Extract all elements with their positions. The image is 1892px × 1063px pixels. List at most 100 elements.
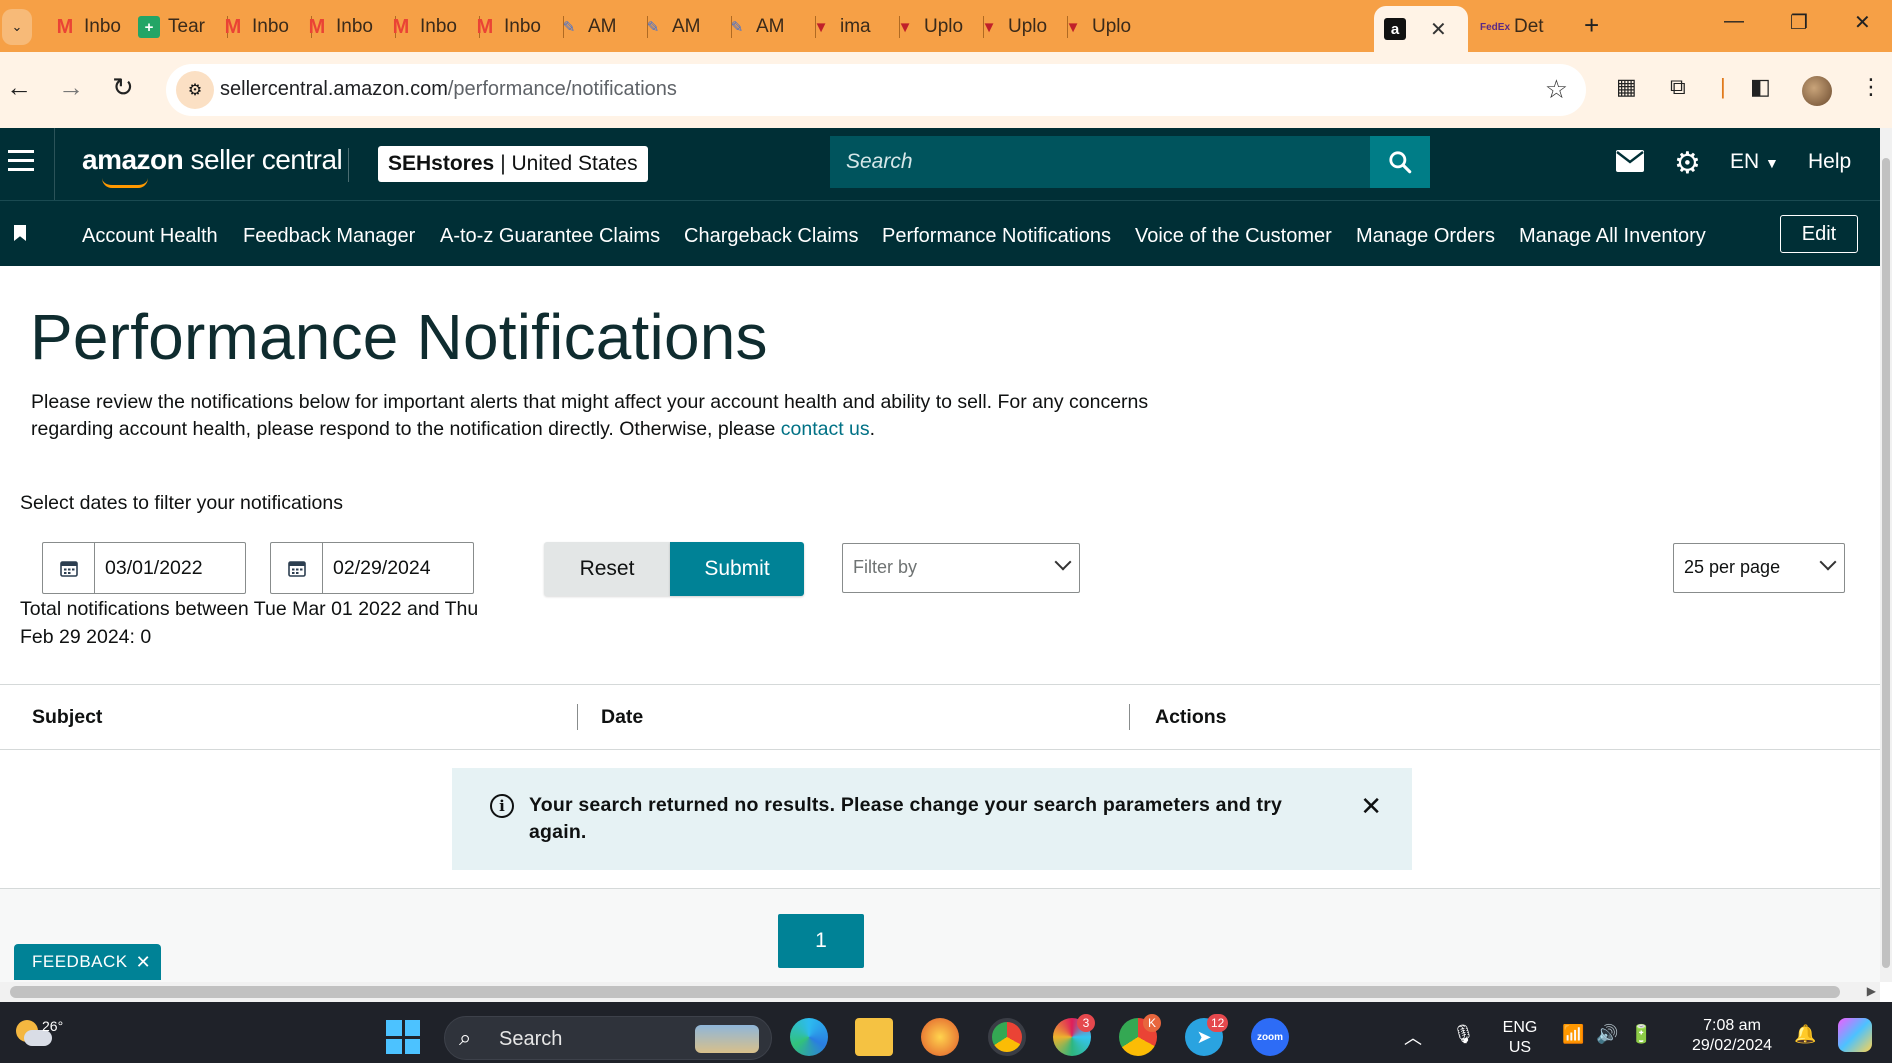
browser-toolbar: ← → ↻ ⚙ sellercentral.amazon.com/perform… [0,52,1892,128]
temperature: 26° [42,1018,64,1034]
start-date-field[interactable]: 03/01/2022 [42,542,246,594]
zoom-icon[interactable]: zoom [1251,1018,1289,1056]
gmail-icon: M [392,15,410,38]
tab-label: ima [840,16,871,37]
scroll-right-icon[interactable]: ▶ [1867,984,1876,998]
tab-label: Inbo [420,16,457,37]
help-link[interactable]: Help [1808,150,1851,174]
header-search-input[interactable]: Search [830,136,1372,188]
gmail-icon: M [56,15,74,38]
side-panel-icon[interactable]: ◧ [1750,74,1771,100]
back-icon[interactable]: ← [6,72,32,103]
lang-top: ENG [1502,1019,1538,1036]
url-domain: sellercentral.amazon.com [220,78,448,100]
clock-time: 7:08 am [1703,1017,1761,1034]
pagination-page-1[interactable]: 1 [778,914,864,968]
browser-tab[interactable]: FedEx Det [1474,8,1574,46]
horizontal-scrollbar[interactable]: ▶ [0,982,1880,1002]
address-bar[interactable]: ⚙ sellercentral.amazon.com/performance/n… [166,64,1586,116]
weather-widget[interactable]: 26° [12,1014,63,1050]
filter-by-dropdown[interactable]: Filter by [842,543,1080,593]
tab-label: Det [1514,16,1544,37]
reset-button[interactable]: Reset [544,542,670,596]
close-icon[interactable]: ✕ [1360,793,1382,819]
pagination-area [0,889,1880,982]
intro-text: Please review the notifications below fo… [31,389,1211,443]
vertical-scrollbar[interactable] [1880,128,1892,982]
minimize-icon[interactable]: — [1724,10,1744,33]
nav-chargeback-claims[interactable]: Chargeback Claims [684,225,859,248]
file-explorer-icon[interactable] [855,1018,893,1056]
battery-icon[interactable]: 🔋 [1630,1024,1652,1045]
date-filter-label: Select dates to filter your notification… [20,492,343,514]
nav-performance-notifications[interactable]: Performance Notifications [882,225,1111,248]
search-placeholder: Search [846,150,913,173]
nav-a-to-z-claims[interactable]: A-to-z Guarantee Claims [440,225,660,248]
browser-menu-icon[interactable]: ⋮ [1860,74,1882,100]
amazon-seller-central-logo[interactable]: amazon seller central [82,144,343,188]
store-name: SEHstores [388,152,495,175]
nav-manage-orders[interactable]: Manage Orders [1356,225,1495,248]
chevron-up-icon[interactable]: ︿ [1404,1024,1422,1050]
bookmarked-nav-bar: Account Health Feedback Manager A-to-z G… [0,200,1880,266]
intro-end: . [869,418,876,440]
site-settings-icon[interactable]: ⚙ [176,71,214,109]
feedback-tab[interactable]: FEEDBACK ✕ [14,944,162,980]
slack-badge: 3 [1077,1014,1095,1032]
edit-nav-button[interactable]: Edit [1780,215,1858,253]
edge-icon[interactable] [790,1018,828,1056]
bookmark-star-icon[interactable]: ☆ [1545,74,1568,105]
taskbar-search[interactable]: ⌕ Search [444,1016,772,1060]
contact-us-link[interactable]: contact us [781,418,870,440]
store-switcher[interactable]: SEHstores | United States [378,146,648,182]
profile-avatar[interactable] [1802,76,1832,106]
qr-code-icon[interactable]: ▦ [1616,74,1637,100]
gmail-icon: M [476,15,494,38]
shield-icon: ▼ [813,18,829,36]
settings-gear-icon[interactable]: ⚙ [1674,146,1701,181]
calendar-icon[interactable] [271,543,323,593]
close-icon[interactable]: ✕ [136,952,152,973]
nav-account-health[interactable]: Account Health [82,225,218,248]
volume-icon[interactable]: 🔊 [1596,1024,1618,1045]
new-tab-icon[interactable]: + [1584,10,1599,41]
language-selector[interactable]: EN ▼ [1730,150,1779,174]
wifi-icon[interactable]: 📶 [1562,1024,1584,1045]
chrome-icon[interactable] [988,1018,1026,1056]
copilot-icon[interactable] [1838,1018,1872,1052]
close-tab-icon[interactable]: ✕ [1430,17,1447,42]
restore-icon[interactable]: ❐ [1790,10,1808,35]
seller-central-header: amazon seller central SEHstores | United … [0,128,1880,200]
url-path: /performance/notifications [447,78,677,100]
browser-tab-active[interactable]: a ✕ [1374,6,1468,52]
input-language[interactable]: ENG US [1500,1018,1540,1058]
extensions-icon[interactable]: ⧉ [1670,74,1686,100]
clock[interactable]: 7:08 am 29/02/2024 [1680,1016,1784,1056]
header-search-button[interactable] [1370,136,1430,188]
bookmark-icon[interactable] [14,225,26,241]
windows-start-icon[interactable] [386,1020,420,1054]
tab-search-chevron-icon[interactable]: ⌄ [2,9,32,45]
nav-manage-inventory[interactable]: Manage All Inventory [1519,225,1706,248]
notification-bell-icon[interactable]: 🔔 [1794,1024,1816,1045]
end-date-field[interactable]: 02/29/2024 [270,542,474,594]
tab-label: Uplo [1008,16,1048,37]
window-close-icon[interactable]: ✕ [1854,10,1871,35]
ai-pen-icon: ✎ [730,19,744,36]
browser-app-icon[interactable] [921,1018,959,1056]
windows-taskbar: 26° ⌕ Search 3 K ➤ 12 zoom ︿ 🎙 ENG US 📶 🔊… [0,1002,1892,1063]
microphone-icon[interactable]: 🎙 [1452,1024,1475,1045]
nav-voice-of-customer[interactable]: Voice of the Customer [1135,225,1332,248]
column-header-actions: Actions [1155,706,1227,728]
reload-icon[interactable]: ↻ [112,72,134,103]
browser-tab[interactable]: ▼ Uplo [1052,8,1152,46]
calendar-icon[interactable] [43,543,95,593]
url-text[interactable]: sellercentral.amazon.com/performance/not… [220,78,677,101]
nav-feedback-manager[interactable]: Feedback Manager [243,225,415,248]
forward-icon[interactable]: → [58,72,84,103]
submit-button[interactable]: Submit [670,542,804,596]
mail-icon[interactable] [1616,150,1644,179]
hamburger-menu-icon[interactable] [8,150,34,177]
per-page-dropdown[interactable]: 25 per page [1673,543,1845,593]
tab-label: Inbo [336,16,373,37]
